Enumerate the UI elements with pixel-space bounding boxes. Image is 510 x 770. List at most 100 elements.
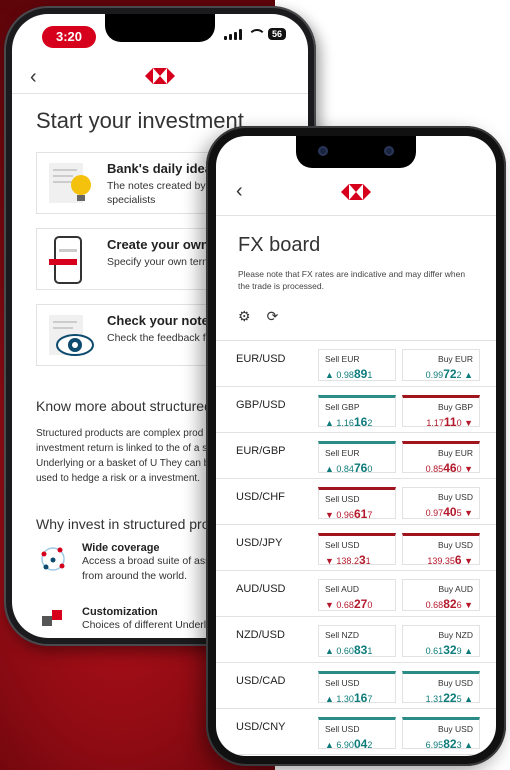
arrow-down-icon: ▼ [461, 464, 473, 474]
back-chevron-icon[interactable]: ‹ [236, 180, 243, 203]
sell-rate-button[interactable]: Sell GBP ▲ 1.16162 [318, 395, 396, 429]
fx-board-screen: ‹ FX board Please note that FX rates are… [216, 136, 496, 756]
arrow-down-icon: ▼ [461, 508, 473, 518]
section-heading-know-more: Know more about structured [36, 398, 212, 414]
refresh-icon[interactable]: ⟳ [267, 308, 279, 325]
buy-rate-button[interactable]: Buy USD 139.356 ▼ [402, 533, 480, 567]
price-prefix: 6.95 [425, 740, 444, 750]
sell-label: Sell EUR [325, 354, 360, 364]
buy-price: 0.61329 ▲ [426, 643, 473, 657]
price-suffix: 2 [367, 740, 373, 750]
price-pips: 3 [358, 553, 366, 567]
buy-label: Buy GBP [438, 402, 473, 412]
eye-icon [49, 315, 94, 356]
sell-label: Sell NZD [325, 630, 360, 640]
price-prefix: 1.30 [336, 694, 354, 704]
price-pips: 82 [443, 597, 457, 611]
price-prefix: 0.61 [425, 646, 444, 656]
sell-rate-button[interactable]: Sell USD ▲ 1.30167 [318, 671, 396, 705]
sell-rate-button[interactable]: Sell EUR ▲ 0.84760 [318, 441, 396, 475]
buy-rate-button[interactable]: Buy USD 0.97405 ▼ [402, 487, 480, 519]
fx-toolbar: ⚙ ⟳ [238, 308, 278, 325]
price-prefix: 0.99 [425, 370, 444, 380]
fx-row: USD/JPY Sell USD ▼ 138.231 Buy USD 139.356 ▼ [216, 525, 496, 571]
sell-label: Sell GBP [325, 402, 360, 412]
sell-rate-button[interactable]: Sell USD ▼ 138.231 [318, 533, 396, 567]
price-prefix: 0.85 [425, 464, 444, 474]
arrow-down-icon: ▼ [325, 600, 337, 610]
back-chevron-icon[interactable]: ‹ [30, 66, 37, 89]
price-prefix: 1.16 [336, 418, 354, 428]
arrow-up-icon: ▲ [325, 464, 337, 474]
buy-rate-button[interactable]: Buy GBP 1.17110 ▼ [402, 395, 480, 429]
price-prefix: 0.68 [425, 600, 444, 610]
section-heading-why-invest: Why invest in structured pro [36, 516, 210, 532]
arrow-up-icon: ▲ [461, 694, 473, 704]
fx-pair-label: NZD/USD [236, 629, 285, 641]
sell-rate-button[interactable]: Sell NZD ▲ 0.60831 [318, 625, 396, 657]
price-pips: 16 [353, 415, 368, 429]
notch [105, 14, 215, 42]
buy-price: 1.17110 ▼ [426, 415, 473, 429]
buy-rate-button[interactable]: Buy USD 6.95823 ▲ [402, 717, 480, 751]
buy-label: Buy USD [438, 678, 473, 688]
sell-rate-button[interactable]: Sell USD ▲ 6.90042 [318, 717, 396, 751]
price-suffix: 2 [367, 418, 373, 428]
sell-label: Sell USD [325, 540, 360, 550]
sell-price: ▲ 1.30167 [325, 691, 372, 705]
price-pips: 6 [454, 553, 462, 567]
sell-price: ▲ 6.90042 [325, 737, 372, 751]
price-pips: 76 [353, 461, 368, 475]
page-title: Start your investment [36, 108, 244, 133]
arrow-down-icon: ▼ [461, 600, 473, 610]
price-suffix: 7 [367, 694, 373, 704]
logo-hexagon-icon [145, 68, 175, 84]
sell-price: ▲ 0.84760 [325, 461, 372, 475]
price-suffix: 7 [367, 510, 373, 520]
price-prefix: 6.90 [336, 740, 354, 750]
price-prefix: 0.68 [336, 600, 354, 610]
fx-pair-label: EUR/USD [236, 353, 286, 365]
feature-title: Customization [82, 606, 158, 618]
notch [296, 136, 416, 168]
price-pips: 72 [443, 367, 457, 381]
sell-rate-button[interactable]: Sell USD ▼ 0.96617 [318, 487, 396, 521]
sell-label: Sell USD [325, 678, 360, 688]
fx-row: USD/CAD Sell USD ▲ 1.30167 Buy USD 1.31225 ▲ [216, 663, 496, 709]
fx-rate-list: EUR/USD Sell EUR ▲ 0.98891 Buy EUR 0.99722 ▲… [216, 340, 496, 755]
logo-hexagon-icon [341, 184, 371, 200]
sell-label: Sell USD [325, 724, 360, 734]
arrow-down-icon: ▼ [325, 510, 337, 520]
fx-row: EUR/GBP Sell EUR ▲ 0.84760 Buy EUR 0.85460 ▼ [216, 433, 496, 479]
price-suffix: 1 [367, 370, 373, 380]
arrow-down-icon: ▼ [325, 556, 337, 566]
price-prefix: 1.17 [426, 418, 444, 428]
buy-rate-button[interactable]: Buy NZD 0.61329 ▲ [402, 625, 480, 657]
price-prefix: 0.96 [336, 510, 354, 520]
front-phone: ‹ FX board Please note that FX rates are… [206, 126, 506, 766]
buy-label: Buy EUR [438, 354, 473, 364]
price-pips: 46 [443, 461, 457, 475]
buy-price: 0.99722 ▲ [426, 367, 473, 381]
buy-price: 0.85460 ▼ [426, 461, 473, 475]
buy-rate-button[interactable]: Buy USD 1.31225 ▲ [402, 671, 480, 705]
globe-network-icon [41, 547, 65, 571]
buy-rate-button[interactable]: Buy AUD 0.68826 ▼ [402, 579, 480, 611]
back-nav-bar: ‹ [12, 58, 308, 94]
fx-pair-label: USD/JPY [236, 537, 283, 549]
price-prefix: 1.31 [425, 694, 444, 704]
sell-price: ▲ 0.98891 [325, 367, 372, 381]
fx-row: USD/CHF Sell USD ▼ 0.96617 Buy USD 0.97405 ▼ [216, 479, 496, 525]
battery-icon: 56 [267, 28, 286, 40]
fx-pair-label: EUR/GBP [236, 445, 286, 457]
buy-rate-button[interactable]: Buy EUR 0.85460 ▼ [402, 441, 480, 475]
buy-rate-button[interactable]: Buy EUR 0.99722 ▲ [402, 349, 480, 381]
sell-rate-button[interactable]: Sell AUD ▼ 0.68270 [318, 579, 396, 611]
arrow-up-icon: ▲ [461, 646, 473, 656]
sell-rate-button[interactable]: Sell EUR ▲ 0.98891 [318, 349, 396, 381]
price-pips: 04 [353, 737, 368, 751]
arrow-up-icon: ▲ [325, 370, 337, 380]
fx-row: EUR/USD Sell EUR ▲ 0.98891 Buy EUR 0.99722 ▲ [216, 341, 496, 387]
price-pips: 82 [443, 737, 457, 751]
settings-gear-icon[interactable]: ⚙ [238, 308, 251, 325]
